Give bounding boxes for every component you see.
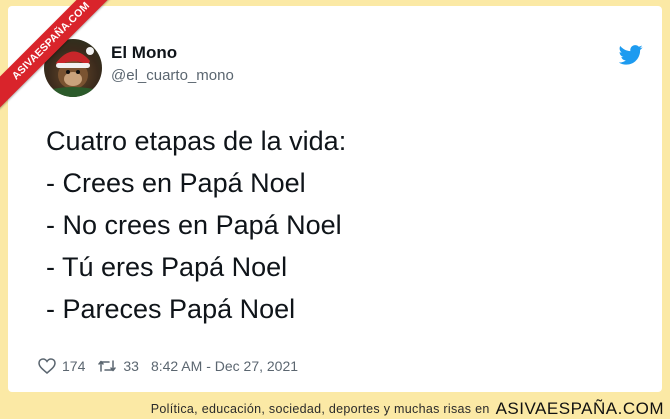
footer-brand-link[interactable]: ASIVAESPAÑA.COM: [496, 399, 664, 419]
tweet-line: - Tú eres Papá Noel: [46, 252, 288, 282]
heart-icon[interactable]: [38, 358, 56, 374]
page-frame: El Mono @el_cuarto_mono Cuatro etapas de…: [0, 0, 670, 419]
watermark-corner: ASIVAESPAÑA.COM: [0, 0, 120, 120]
tweet-line: - Pareces Papá Noel: [46, 294, 296, 324]
tweet-timestamp[interactable]: 8:42 AM - Dec 27, 2021: [151, 358, 298, 374]
tweet-line: Cuatro etapas de la vida:: [46, 126, 347, 156]
retweet-icon[interactable]: [97, 358, 117, 374]
like-count: 174: [62, 358, 86, 374]
footer-banner: Política, educación, sociedad, deportes …: [0, 398, 670, 419]
tweet-line: - Crees en Papá Noel: [46, 168, 306, 198]
twitter-bird-icon[interactable]: [619, 45, 643, 65]
retweet-count: 33: [123, 358, 139, 374]
watermark-ribbon[interactable]: ASIVAESPAÑA.COM: [0, 0, 119, 109]
tweet-line: - No crees en Papá Noel: [46, 210, 342, 240]
footer-text: Política, educación, sociedad, deportes …: [150, 401, 490, 416]
author-name[interactable]: El Mono: [111, 43, 177, 63]
tweet-text: Cuatro etapas de la vida: - Crees en Pap…: [46, 120, 646, 330]
author-handle[interactable]: @el_cuarto_mono: [111, 67, 234, 84]
tweet-meta: 174 33 8:42 AM - Dec 27, 2021: [38, 357, 298, 375]
